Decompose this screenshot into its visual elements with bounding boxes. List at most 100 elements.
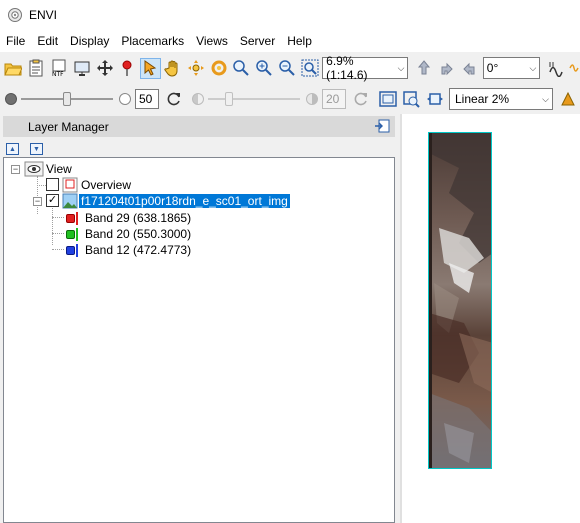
view-label: View [46, 162, 72, 176]
chip-display-icon[interactable] [545, 58, 566, 79]
raster-layer-label: f171204t01p00r18rdn_e_sc01_ort_img [79, 194, 290, 208]
stretch-type-select[interactable]: Linear 2% ⌵ [449, 88, 553, 110]
image-view[interactable] [402, 114, 580, 523]
main-toolbar: NTF 6.9% (1:14.6) ⌵ 0° ⌵ [0, 53, 580, 83]
fit-to-view-icon[interactable] [94, 58, 115, 79]
layer-manager-header: Layer Manager [3, 116, 395, 137]
band-list-item[interactable]: Band 20 (550.3000) [85, 226, 191, 242]
view-eye-icon [24, 161, 44, 177]
layer-manager-title: Layer Manager [28, 119, 109, 134]
rotate-icon[interactable] [208, 58, 229, 79]
overview-checkbox[interactable] [46, 178, 59, 191]
reset-transparency-icon[interactable] [350, 89, 371, 110]
chevron-down-icon: ⌵ [397, 62, 405, 73]
menu-server[interactable]: Server [234, 30, 281, 52]
tree-connector [37, 176, 38, 214]
band-green-icon [66, 230, 75, 239]
rotate-ccw-icon[interactable] [459, 58, 480, 79]
transparency-slider[interactable] [208, 89, 300, 109]
display-toolbar: 50 20 Linear 2% ⌵ [0, 84, 580, 114]
layer-tree: − View Overview − ✓ f171204t01p00r18rdn_… [3, 157, 395, 523]
placemark-icon[interactable] [117, 58, 138, 79]
tree-connector [52, 208, 53, 245]
title-bar: ENVI [0, 0, 580, 30]
sharpen-icon[interactable] [557, 89, 578, 110]
menu-edit[interactable]: Edit [31, 30, 64, 52]
band-label: Band 12 (472.4773) [85, 243, 192, 257]
transparency-slider-track [208, 98, 300, 100]
stretch-type-value: Linear 2% [455, 92, 510, 106]
overview-node[interactable]: Overview [81, 177, 131, 193]
brightness-input[interactable]: 50 [135, 89, 159, 109]
menu-help[interactable]: Help [281, 30, 318, 52]
band-label: Band 20 (550.3000) [85, 227, 192, 241]
pan-hand-icon[interactable] [163, 58, 184, 79]
chevron-down-icon: ⌵ [542, 93, 549, 104]
reset-brightness-icon[interactable] [163, 89, 184, 110]
raster-layer-node[interactable]: f171204t01p00r18rdn_e_sc01_ort_img [79, 193, 290, 209]
open-icon[interactable] [3, 58, 24, 79]
band-red-bar [76, 212, 78, 225]
envi-app-icon [8, 8, 22, 22]
toolbar-overflow-icon[interactable] [568, 58, 580, 79]
raster-checkbox[interactable]: ✓ [46, 194, 59, 207]
brightness-slider[interactable] [21, 89, 113, 109]
overview-icon [62, 177, 78, 193]
brightness-dark-icon [5, 93, 17, 105]
menu-file[interactable]: File [0, 30, 31, 52]
move-layer-up-button[interactable]: ▲ [6, 143, 19, 155]
zoom-in-icon[interactable] [254, 58, 275, 79]
transparency-slider-thumb[interactable] [225, 92, 233, 106]
menu-display[interactable]: Display [64, 30, 115, 52]
menu-views[interactable]: Views [190, 30, 234, 52]
rotate-cw-icon[interactable] [436, 58, 457, 79]
band-list-item[interactable]: Band 12 (472.4773) [85, 242, 191, 258]
chevron-down-icon: ⌵ [529, 62, 537, 73]
raster-collapse-toggle[interactable]: − [33, 197, 42, 206]
window-title: ENVI [29, 8, 58, 22]
view-collapse-toggle[interactable]: − [11, 165, 20, 174]
zoom-level-value: 6.9% (1:14.6) [326, 54, 368, 82]
band-label: Band 29 (638.1865) [85, 211, 192, 225]
raster-image-icon [62, 193, 78, 209]
stretch-data-icon[interactable] [424, 89, 445, 110]
transparency-light-icon [306, 93, 318, 105]
band-blue-icon [66, 246, 75, 255]
raster-image-display[interactable] [428, 132, 492, 469]
zoom-tool-icon[interactable] [231, 58, 252, 79]
stretch-view-icon[interactable] [400, 89, 421, 110]
band-list-item[interactable]: Band 29 (638.1865) [85, 210, 191, 226]
move-layer-down-button[interactable]: ▼ [30, 143, 43, 155]
tree-connector [52, 249, 64, 250]
svg-text:NTF: NTF [52, 71, 64, 77]
rotation-select[interactable]: 0° ⌵ [482, 57, 541, 79]
portal-icon[interactable] [71, 58, 92, 79]
brightness-light-icon [119, 93, 131, 105]
rotate-up-icon[interactable] [413, 58, 434, 79]
transparency-dark-icon [192, 93, 204, 105]
tree-connector [52, 217, 64, 218]
zoom-full-icon[interactable] [299, 58, 320, 79]
fly-icon[interactable] [185, 58, 206, 79]
band-red-icon [66, 214, 75, 223]
menu-bar: File Edit Display Placemarks Views Serve… [0, 30, 580, 52]
tree-connector [37, 185, 46, 186]
zoom-out-icon[interactable] [277, 58, 298, 79]
band-green-bar [76, 228, 78, 241]
overview-label: Overview [81, 178, 132, 192]
layer-manager-panel: Layer Manager ▲ ▼ − View Overview − ✓ f1… [0, 114, 400, 523]
menu-placemarks[interactable]: Placemarks [115, 30, 190, 52]
select-pointer-icon[interactable] [139, 57, 161, 79]
view-node[interactable]: View [46, 161, 72, 177]
nitf-icon[interactable]: NTF [49, 58, 70, 79]
stretch-full-icon[interactable] [377, 89, 398, 110]
data-manager-icon[interactable] [26, 58, 47, 79]
rotation-value: 0° [486, 61, 499, 75]
transparency-input[interactable]: 20 [322, 89, 346, 109]
brightness-slider-thumb[interactable] [63, 92, 71, 106]
raster-image [429, 133, 491, 468]
band-blue-bar [76, 244, 78, 257]
undock-panel-icon[interactable] [374, 119, 390, 133]
tree-connector [52, 233, 64, 234]
zoom-level-select[interactable]: 6.9% (1:14.6) ⌵ [322, 54, 409, 82]
